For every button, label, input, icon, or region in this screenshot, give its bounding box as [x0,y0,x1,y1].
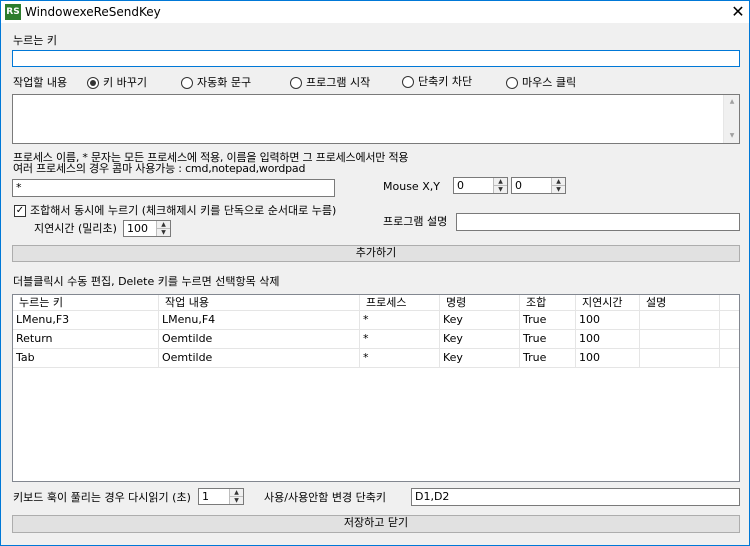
program-desc-label: 프로그램 설명 [383,215,448,228]
radio-indicator [87,77,99,89]
table-cell: * [360,311,440,329]
radio-key-replace[interactable]: 키 바꾸기 [87,76,147,90]
table-cell: * [360,330,440,348]
table-cell: Tab [13,349,159,367]
table-cell: Return [13,330,159,348]
list-header: 누르는 키 작업 내용 프로세스 명령 조합 지연시간 설명 [13,295,739,311]
column-header[interactable]: 조합 [520,295,576,310]
table-cell: Oemtilde [159,330,360,348]
table-cell: LMenu,F3 [13,311,159,329]
table-row[interactable]: Tab Oemtilde * Key True 100 [13,349,739,368]
table-cell: 100 [576,349,640,367]
save-close-button[interactable]: 저장하고 닫기 [12,515,740,533]
radio-indicator [290,77,302,89]
radio-hotkey-block[interactable]: 단축키 차단 [402,75,472,89]
table-cell: True [520,349,576,367]
spin-up-icon[interactable]: ▲ [230,489,243,497]
reread-stepper[interactable]: 1 ▲ ▼ [198,488,244,505]
table-cell: Key [440,311,520,329]
process-input[interactable]: * [12,179,335,197]
delay-label: 지연시간 (밀리초) [34,222,117,235]
table-cell: Key [440,330,520,348]
mouse-x-value: 0 [457,179,464,192]
radio-label: 자동화 문구 [197,76,252,89]
mouse-y-stepper[interactable]: 0 ▲ ▼ [511,177,566,194]
main-window: 누르는 키 작업할 내용 키 바꾸기 자동화 문구 프로그램 시작 단축키 차단… [0,23,750,546]
combo-label: 조합해서 동시에 누르기 (체크해제시 키를 단독으로 순서대로 누름) [30,204,337,217]
radio-label: 마우스 클릭 [522,76,577,89]
key-input[interactable] [12,50,740,67]
add-button[interactable]: 추가하기 [12,245,740,262]
radio-label: 키 바꾸기 [103,76,147,89]
mouse-xy-label: Mouse X,Y [383,180,440,193]
table-cell [640,330,720,348]
close-icon[interactable]: ✕ [726,1,750,23]
delay-value: 100 [127,222,148,235]
radio-program-start[interactable]: 프로그램 시작 [290,76,370,90]
table-cell [640,349,720,367]
radio-label: 단축키 차단 [418,75,473,88]
action-textarea-scrollbar[interactable]: ▲ ▼ [723,95,739,143]
spin-down-icon[interactable]: ▼ [230,497,243,505]
radio-mouse-click[interactable]: 마우스 클릭 [506,76,576,90]
table-row[interactable]: Return Oemtilde * Key True 100 [13,330,739,349]
table-cell: Oemtilde [159,349,360,367]
action-textarea[interactable] [12,94,740,144]
process-help-line2: 여러 프로세스의 경우 콤마 사용가능 : cmd,notepad,wordpa… [13,162,306,175]
table-cell: True [520,330,576,348]
delay-stepper[interactable]: 100 ▲ ▼ [123,220,171,237]
table-cell: 100 [576,330,640,348]
table-cell: True [520,311,576,329]
table-cell: LMenu,F4 [159,311,360,329]
column-header[interactable]: 작업 내용 [159,295,360,310]
radio-indicator [181,77,193,89]
radio-label: 프로그램 시작 [306,76,371,89]
scroll-up-icon[interactable]: ▲ [724,95,740,109]
reread-value: 1 [202,490,209,503]
key-label: 누르는 키 [13,34,57,47]
spin-up-icon[interactable]: ▲ [494,178,507,186]
table-cell [640,311,720,329]
table-row[interactable]: LMenu,F3 LMenu,F4 * Key True 100 [13,311,739,330]
radio-indicator [402,76,414,88]
column-header[interactable]: 지연시간 [576,295,640,310]
spin-up-icon[interactable]: ▲ [157,221,170,229]
toggle-hotkey-input[interactable]: D1,D2 [411,488,740,506]
toggle-hotkey-label: 사용/사용안함 변경 단축키 [264,491,387,504]
table-cell: 100 [576,311,640,329]
list-caption: 더블클릭시 수동 편집, Delete 키를 누르면 선택항목 삭제 [13,275,280,288]
column-header[interactable]: 누르는 키 [13,295,159,310]
radio-indicator [506,77,518,89]
spin-up-icon[interactable]: ▲ [552,178,565,186]
title-bar: RS WindowexeReSendKey ✕ [0,0,750,23]
spin-down-icon[interactable]: ▼ [157,229,170,237]
radio-auto-text[interactable]: 자동화 문구 [181,76,251,90]
column-header[interactable]: 설명 [640,295,720,310]
spin-down-icon[interactable]: ▼ [552,186,565,194]
mouse-x-stepper[interactable]: 0 ▲ ▼ [453,177,508,194]
window-title: WindowexeReSendKey [25,5,161,19]
spin-down-icon[interactable]: ▼ [494,186,507,194]
rules-list[interactable]: 누르는 키 작업 내용 프로세스 명령 조합 지연시간 설명 LMenu,F3 … [12,294,740,482]
table-cell: Key [440,349,520,367]
action-label: 작업할 내용 [13,76,68,89]
program-desc-input[interactable] [456,213,740,231]
table-cell: * [360,349,440,367]
app-icon: RS [5,4,21,20]
column-header[interactable]: 명령 [440,295,520,310]
scroll-down-icon[interactable]: ▼ [724,129,740,143]
combo-checkbox[interactable]: ✓ [14,205,26,217]
column-header[interactable]: 프로세스 [360,295,440,310]
reread-label: 키보드 훅이 풀리는 경우 다시읽기 (초) [13,491,191,504]
mouse-y-value: 0 [515,179,522,192]
